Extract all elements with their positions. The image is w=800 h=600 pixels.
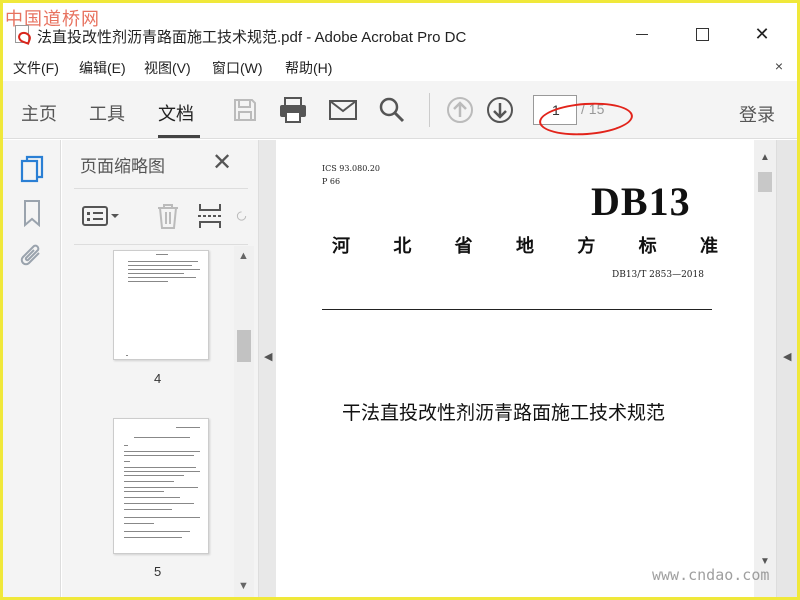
main-toolbar: 主页 工具 文档 1 / 15 登录 — [3, 81, 797, 139]
pdf-file-icon — [15, 25, 29, 43]
pdf-page: ICS 93.080.20 P 66 DB13 河 北 省 地 方 标 准 DB… — [276, 140, 754, 597]
doc-ics: ICS 93.080.20 — [322, 164, 381, 173]
title-bar: 中国道桥网 法直投改性剂沥青路面施工技术规范.pdf - Adobe Acrob… — [3, 3, 797, 51]
delete-page-icon[interactable] — [155, 200, 181, 232]
doc-province-char: 方 — [577, 236, 596, 257]
doc-p-code: P 66 — [322, 177, 341, 186]
doc-divider — [322, 309, 712, 310]
panel-collapse-strip[interactable]: ◀ — [258, 140, 276, 597]
right-panel-strip[interactable]: ◀ — [776, 140, 797, 597]
thumbnail-list: 4 5 — [62, 246, 234, 597]
menu-edit[interactable]: 编辑(E) — [79, 58, 126, 78]
window-title: 法直投改性剂沥青路面施工技术规范.pdf - Adobe Acrobat Pro… — [37, 29, 467, 46]
doc-province-char: 北 — [393, 236, 412, 257]
acrobat-window: 中国道桥网 法直投改性剂沥青路面施工技术规范.pdf - Adobe Acrob… — [3, 3, 797, 597]
login-button[interactable]: 登录 — [739, 101, 775, 127]
tab-tools[interactable]: 工具 — [89, 100, 125, 126]
tab-document[interactable]: 文档 — [158, 100, 194, 126]
doc-province-char: 准 — [699, 236, 718, 257]
email-icon[interactable] — [326, 93, 360, 127]
thumbnail-label: 4 — [154, 371, 162, 386]
document-scrollbar[interactable]: ▲ ▼ — [754, 140, 776, 597]
close-document-icon[interactable]: × — [775, 58, 783, 74]
scroll-up-icon[interactable]: ▲ — [238, 250, 249, 262]
thumbnail-label: 5 — [154, 564, 162, 579]
thumbnail-options-icon[interactable] — [82, 200, 120, 232]
doc-province-char: 省 — [454, 236, 473, 257]
menu-bar: 文件(F) 编辑(E) 视图(V) 窗口(W) 帮助(H) × — [3, 53, 797, 79]
page-thumbnail[interactable] — [113, 250, 209, 360]
minimize-icon — [636, 33, 648, 35]
collapse-left-icon[interactable]: ◀ — [264, 350, 272, 363]
panel-divider — [74, 188, 248, 189]
page-down-icon[interactable] — [483, 93, 517, 127]
menu-file[interactable]: 文件(F) — [13, 58, 59, 78]
thumbnails-panel: 页面缩略图 ✕ 4 5 ▲ ▼ — [62, 140, 258, 597]
doc-standard-prefix: DB13 — [591, 179, 691, 224]
page-thumbnails-icon[interactable] — [17, 154, 47, 184]
doc-province-char: 地 — [515, 236, 534, 257]
maximize-icon — [695, 27, 709, 41]
rotate-page-icon[interactable] — [236, 200, 248, 232]
menu-view[interactable]: 视图(V) — [144, 58, 191, 78]
panel-divider — [74, 244, 248, 245]
toolbar-separator — [429, 93, 430, 127]
scroll-up-icon[interactable]: ▲ — [760, 152, 770, 163]
doc-province-char: 标 — [638, 236, 657, 257]
bookmark-icon[interactable] — [17, 198, 47, 228]
thumbnail-scrollbar[interactable]: ▲ ▼ — [234, 246, 254, 597]
save-icon[interactable] — [228, 93, 262, 127]
navigation-rail — [3, 140, 61, 597]
doc-heading: 干法直投改性剂沥青路面施工技术规范 — [342, 402, 666, 424]
scrollbar-thumb[interactable] — [758, 172, 772, 192]
page-thumbnail[interactable] — [113, 418, 209, 554]
close-button[interactable]: ✕ — [739, 17, 785, 51]
minimize-button[interactable] — [619, 17, 665, 51]
menu-window[interactable]: 窗口(W) — [212, 58, 263, 78]
scroll-down-icon[interactable]: ▼ — [238, 580, 249, 592]
panel-close-icon[interactable]: ✕ — [212, 148, 232, 177]
active-tab-indicator — [158, 135, 200, 138]
attachment-icon[interactable] — [17, 242, 47, 272]
doc-province-title: 河 北 省 地 方 标 准 — [332, 232, 718, 258]
panel-title: 页面缩略图 — [80, 157, 165, 176]
maximize-button[interactable] — [679, 17, 725, 51]
expand-right-icon[interactable]: ◀ — [783, 350, 791, 363]
search-icon[interactable] — [375, 93, 409, 127]
page-up-icon[interactable] — [443, 93, 477, 127]
doc-province-char: 河 — [332, 236, 350, 257]
doc-standard-code: DB13/T 2853—2018 — [612, 270, 704, 280]
close-icon: ✕ — [754, 23, 770, 44]
print-icon[interactable] — [276, 93, 310, 127]
document-area: ICS 93.080.20 P 66 DB13 河 北 省 地 方 标 准 DB… — [276, 140, 797, 597]
tab-home[interactable]: 主页 — [21, 100, 57, 126]
insert-page-icon[interactable] — [197, 200, 223, 232]
menu-help[interactable]: 帮助(H) — [285, 58, 332, 78]
scrollbar-thumb[interactable] — [237, 330, 251, 362]
watermark-bottom-right: www.cndao.com — [652, 566, 770, 584]
